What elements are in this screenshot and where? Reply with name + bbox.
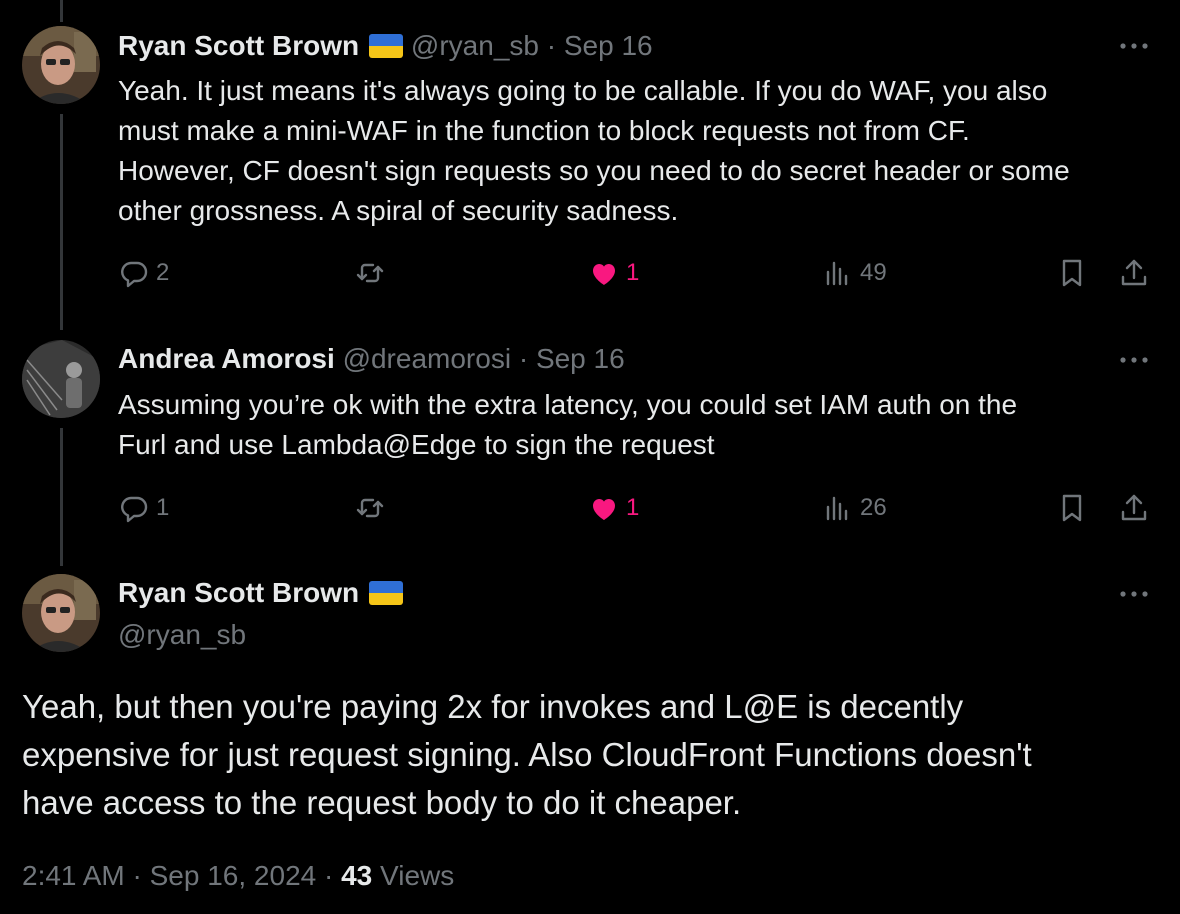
share-button[interactable] [1118, 492, 1150, 524]
main-tweet-text: Yeah, but then you're paying 2x for invo… [22, 683, 1142, 827]
tweet-date[interactable]: Sep 16 [536, 343, 625, 374]
tweet-actions: 2 1 49 [118, 257, 1158, 293]
author-handle[interactable]: @dreamorosi [343, 343, 511, 374]
author-name[interactable]: Andrea Amorosi [118, 343, 335, 374]
avatar[interactable] [22, 26, 100, 104]
share-button[interactable] [1118, 257, 1150, 289]
views-icon [822, 257, 854, 289]
thread-line-top [60, 0, 63, 22]
like-count: 1 [626, 494, 640, 521]
separator: · [324, 860, 334, 891]
avatar[interactable] [22, 340, 100, 418]
views-button[interactable]: 26 [822, 492, 887, 524]
repost-button[interactable] [354, 492, 392, 524]
reply-button[interactable]: 2 [118, 257, 169, 289]
tweet-line: other grossness. A spiral of security sa… [118, 195, 679, 226]
tweet-full-date[interactable]: Sep 16, 2024 [150, 860, 317, 891]
repost-button[interactable] [354, 257, 392, 289]
author-handle[interactable]: @ryan_sb [411, 30, 539, 61]
tweet-text: Yeah. It just means it's always going to… [118, 71, 1168, 231]
author-handle[interactable]: @ryan_sb [118, 619, 246, 651]
tweet-text: Assuming you’re ok with the extra latenc… [118, 385, 1168, 465]
ukraine-flag-icon [369, 581, 404, 605]
tweet-line: expensive for just request signing. Also… [22, 736, 1032, 773]
tweet-date[interactable]: Sep 16 [564, 30, 653, 61]
tweet-line: Assuming you’re ok with the extra latenc… [118, 389, 1018, 420]
repost-icon [354, 257, 386, 289]
more-icon[interactable] [1118, 355, 1150, 365]
bookmark-button[interactable] [1056, 257, 1088, 289]
reply-count: 1 [156, 494, 170, 521]
like-button[interactable]: 1 [588, 492, 639, 524]
tweet-actions: 1 1 26 [118, 492, 1158, 528]
tweet-header: Ryan Scott Brown @ryan_sb · Sep 16 [118, 30, 653, 62]
avatar[interactable] [22, 574, 100, 652]
tweet-header: Andrea Amorosi @dreamorosi · Sep 16 [118, 343, 625, 375]
reply-icon [118, 492, 150, 524]
thread-line-1 [60, 114, 63, 330]
reply-icon [118, 257, 150, 289]
separator: · [546, 30, 557, 61]
view-count: 49 [860, 259, 887, 286]
views-label: Views [380, 860, 455, 891]
more-icon[interactable] [1118, 41, 1150, 51]
separator: · [518, 343, 529, 374]
bookmark-icon [1056, 492, 1088, 524]
tweet-line: Furl and use Lambda@Edge to sign the req… [118, 429, 715, 460]
views-button[interactable]: 49 [822, 257, 887, 289]
share-icon [1118, 257, 1150, 289]
like-count: 1 [626, 259, 640, 286]
bookmark-icon [1056, 257, 1088, 289]
tweet-line: have access to the request body to do it… [22, 784, 742, 821]
tweet-line: Yeah, but then you're paying 2x for invo… [22, 688, 964, 725]
repost-icon [354, 492, 386, 524]
tweet-footer: 2:41 AM · Sep 16, 2024 · 43 Views [22, 860, 454, 892]
author-name[interactable]: Ryan Scott Brown [118, 30, 359, 61]
heart-icon [588, 492, 620, 524]
author-name[interactable]: Ryan Scott Brown [118, 577, 359, 608]
tweet-time[interactable]: 2:41 AM [22, 860, 125, 891]
main-author: Ryan Scott Brown [118, 577, 404, 609]
share-icon [1118, 492, 1150, 524]
reply-button[interactable]: 1 [118, 492, 169, 524]
tweet-line: However, CF doesn't sign requests so you… [118, 155, 1070, 186]
heart-icon [588, 257, 620, 289]
separator: · [132, 860, 142, 891]
tweet-line: Yeah. It just means it's always going to… [118, 75, 1048, 106]
thread-line-2 [60, 428, 63, 566]
ukraine-flag-icon [369, 34, 404, 58]
like-button[interactable]: 1 [588, 257, 639, 289]
tweet-line: must make a mini-WAF in the function to … [118, 115, 970, 146]
views-count: 43 [341, 860, 373, 891]
reply-count: 2 [156, 259, 170, 286]
views-icon [822, 492, 854, 524]
view-count: 26 [860, 494, 887, 521]
bookmark-button[interactable] [1056, 492, 1088, 524]
more-icon[interactable] [1118, 589, 1150, 599]
